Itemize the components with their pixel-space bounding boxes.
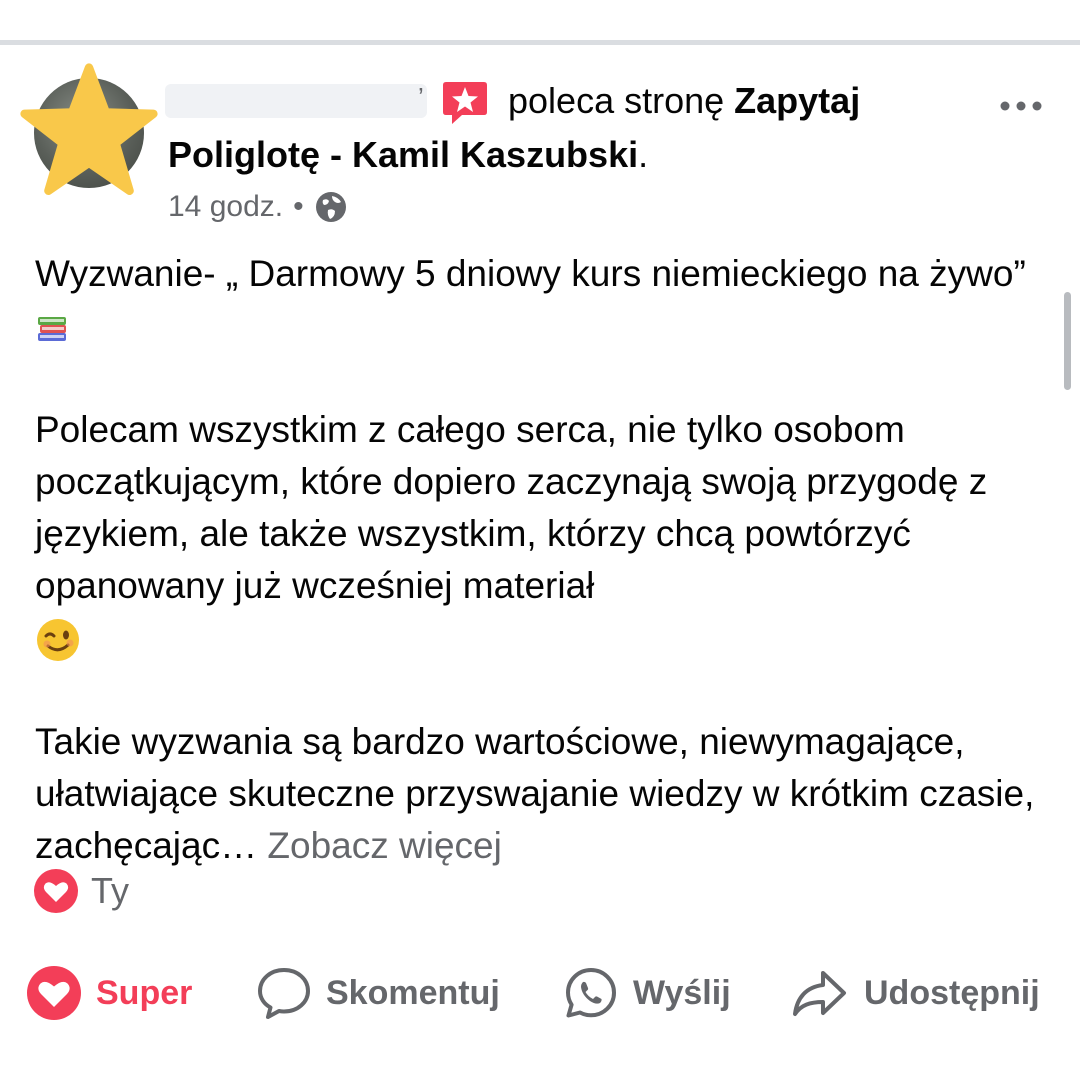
- header-end-punct: .: [638, 134, 649, 175]
- post-meta: 14 godz. •: [168, 190, 348, 224]
- share-arrow-icon: [793, 971, 846, 1016]
- share-button[interactable]: Udostępnij: [790, 958, 1040, 1028]
- star-overlay-icon: [20, 63, 158, 195]
- post-header-line1: poleca stronę Zapytaj: [508, 80, 860, 122]
- more-options-icon[interactable]: [998, 96, 1044, 116]
- reaction-summary[interactable]: Ty: [33, 868, 129, 914]
- comment-button[interactable]: Skomentuj: [256, 958, 500, 1028]
- author-name-redacted[interactable]: [165, 84, 427, 118]
- header-action-text: poleca stronę: [508, 80, 725, 121]
- see-more-link[interactable]: Zobacz więcej: [267, 825, 501, 866]
- reaction-names: Ty: [91, 870, 130, 911]
- post-body: Wyzwanie- „ Darmowy 5 dniowy kurs niemie…: [35, 248, 1055, 872]
- heart-filled-icon: [27, 966, 81, 1020]
- post-paragraph-3: Takie wyzwania są bardzo wartościowe, ni…: [35, 716, 1055, 872]
- share-label: Udostępnij: [864, 973, 1040, 1012]
- super-button[interactable]: Super: [26, 958, 192, 1028]
- globe-icon: [315, 192, 346, 222]
- post-paragraph-2-text: Polecam wszystkim z całego serca, nie ty…: [35, 409, 988, 606]
- post-paragraph-2: Polecam wszystkim z całego serca, nie ty…: [35, 404, 1055, 664]
- comment-bubble-icon: [258, 968, 310, 1019]
- post-paragraph-1-text: Wyzwanie- „ Darmowy 5 dniowy kurs niemie…: [35, 253, 1026, 294]
- post-paragraph-3-text: Takie wyzwania są bardzo wartościowe, ni…: [35, 721, 1035, 866]
- winking-face-emoji-icon: [37, 619, 79, 662]
- comment-label: Skomentuj: [326, 973, 500, 1012]
- whatsapp-icon: [566, 968, 616, 1018]
- heart-reaction-icon: [34, 869, 78, 913]
- send-label: Wyślij: [633, 973, 731, 1012]
- recommendation-badge-icon: [443, 82, 487, 124]
- scrollbar[interactable]: [1064, 292, 1071, 390]
- meta-separator: •: [293, 190, 304, 223]
- author-name-tail: ’: [418, 82, 424, 112]
- top-divider: [0, 40, 1080, 45]
- post-header-line2: Poliglotę - Kamil Kaszubski.: [168, 134, 648, 176]
- post-paragraph-1: Wyzwanie- „ Darmowy 5 dniowy kurs niemie…: [35, 248, 1055, 352]
- page-name-link-part1[interactable]: Zapytaj: [734, 80, 860, 121]
- super-label: Super: [96, 973, 193, 1012]
- books-emoji-icon: [38, 317, 66, 342]
- post-time[interactable]: 14 godz.: [168, 190, 283, 224]
- send-button[interactable]: Wyślij: [563, 958, 731, 1028]
- action-bar: Super Skomentuj Wyślij Udostępnij: [0, 958, 1080, 1028]
- page-name-link-part2[interactable]: Poliglotę - Kamil Kaszubski: [168, 134, 638, 175]
